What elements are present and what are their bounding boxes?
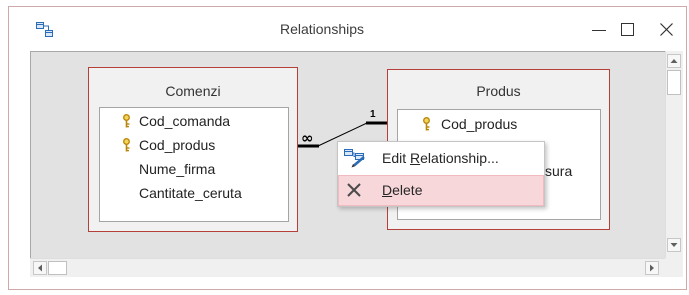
scroll-left-button[interactable] <box>33 261 47 275</box>
screen: Relationships Comenzi Cod_comanda Cod_pr… <box>0 0 689 295</box>
primary-key-icon <box>123 114 130 128</box>
relationships-icon[interactable] <box>36 22 53 37</box>
primary-key-icon <box>423 117 430 131</box>
horizontal-scroll-thumb[interactable] <box>48 261 67 275</box>
menu-item-delete[interactable]: Delete <box>338 175 544 206</box>
field-name: Cod_produs <box>441 116 518 132</box>
one-side-symbol: 1 <box>370 109 376 120</box>
primary-key-icon <box>123 138 130 152</box>
scrollbar-corner <box>665 258 683 277</box>
scroll-up-arrow-icon <box>670 59 678 63</box>
maximize-button[interactable] <box>614 16 642 44</box>
field-name: Cantitate_ceruta <box>139 185 242 201</box>
field-row[interactable]: Nume_firma <box>100 157 288 181</box>
field-row[interactable]: Cod_produs <box>100 133 288 157</box>
table-comenzi[interactable]: Comenzi Cod_comanda Cod_produs Nume_firm… <box>88 67 298 232</box>
title-bar[interactable]: Relationships <box>9 7 686 50</box>
scroll-right-button[interactable] <box>645 261 659 275</box>
field-row[interactable]: Cantitate_ceruta <box>100 181 288 205</box>
table-title: Produs <box>476 83 521 99</box>
menu-item-edit-relationship[interactable]: Edit Relationship... <box>338 142 544 174</box>
scroll-down-arrow-icon <box>670 243 678 247</box>
scroll-up-button[interactable] <box>667 54 681 68</box>
scroll-right-arrow-icon <box>650 264 654 272</box>
field-row[interactable]: Cod_produs <box>398 112 600 136</box>
field-name: Nume_firma <box>139 161 216 177</box>
scroll-down-button[interactable] <box>667 238 681 252</box>
maximize-icon <box>621 23 634 36</box>
vertical-scrollbar[interactable] <box>665 51 683 258</box>
minimize-button[interactable] <box>585 16 613 44</box>
window-title: Relationships <box>279 21 365 37</box>
field-row[interactable]: Cod_comanda <box>100 109 288 133</box>
close-icon <box>660 23 673 36</box>
minimize-icon <box>592 30 606 31</box>
horizontal-scrollbar[interactable] <box>30 258 665 277</box>
scroll-left-arrow-icon <box>38 264 42 272</box>
relationships-canvas[interactable]: Comenzi Cod_comanda Cod_produs Nume_firm… <box>30 51 665 258</box>
field-name: Cod_comanda <box>139 113 231 129</box>
field-name: Cod_produs <box>139 137 216 153</box>
field-list[interactable]: Cod_comanda Cod_produs Nume_firma Cantit… <box>99 107 289 222</box>
menu-item-label: Edit Relationship... <box>382 150 499 166</box>
edit-relationship-icon <box>344 149 365 168</box>
many-side-symbol: ∞ <box>301 129 314 147</box>
close-button[interactable] <box>653 16 681 44</box>
table-title: Comenzi <box>165 83 221 99</box>
vertical-scroll-thumb[interactable] <box>667 70 681 95</box>
field-name: sura <box>545 163 573 179</box>
context-menu: Edit Relationship... Delete <box>337 141 545 207</box>
delete-icon <box>347 183 361 197</box>
menu-item-label: Delete <box>382 182 423 198</box>
